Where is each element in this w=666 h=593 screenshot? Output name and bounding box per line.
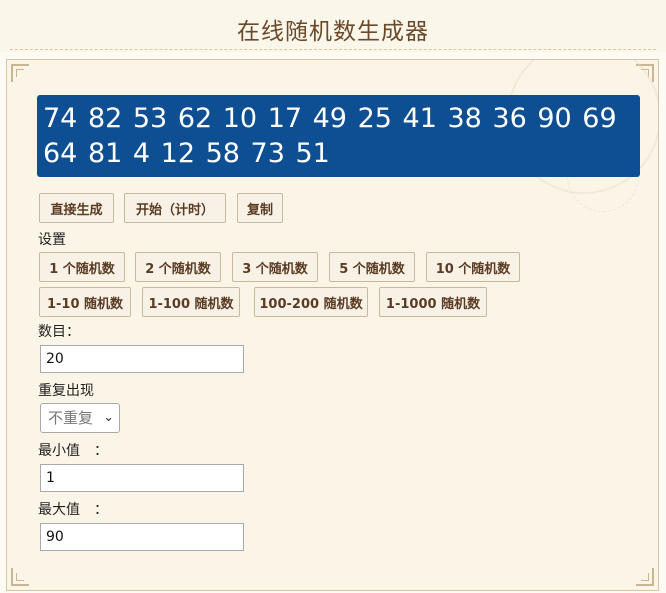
repeat-label: 重复出现 bbox=[38, 383, 94, 399]
start-timed-button[interactable]: 开始（计时） bbox=[124, 193, 226, 223]
preset-range-1-10-button[interactable]: 1-10 随机数 bbox=[39, 287, 131, 317]
count-input[interactable]: 20 bbox=[40, 345, 244, 373]
settings-heading: 设置 bbox=[38, 232, 66, 248]
min-label: 最小值 ： bbox=[38, 443, 108, 459]
preset-5-button[interactable]: 5 个随机数 bbox=[329, 252, 415, 282]
preset-1-button[interactable]: 1 个随机数 bbox=[39, 252, 125, 282]
max-label: 最大值 ： bbox=[38, 502, 108, 518]
copy-button[interactable]: 复制 bbox=[237, 193, 283, 223]
repeat-select-value: 不重复 bbox=[48, 409, 94, 427]
max-input[interactable]: 90 bbox=[40, 523, 244, 551]
generate-button[interactable]: 直接生成 bbox=[39, 193, 114, 223]
repeat-select[interactable]: 不重复 ⌄ bbox=[40, 403, 120, 433]
min-input[interactable]: 1 bbox=[40, 464, 244, 492]
preset-10-button[interactable]: 10 个随机数 bbox=[426, 252, 520, 282]
corner-ornament-icon bbox=[11, 64, 33, 86]
preset-2-button[interactable]: 2 个随机数 bbox=[135, 252, 221, 282]
preset-range-100-200-button[interactable]: 100-200 随机数 bbox=[254, 287, 368, 317]
page-title: 在线随机数生成器 bbox=[237, 19, 429, 45]
preset-3-button[interactable]: 3 个随机数 bbox=[232, 252, 318, 282]
corner-ornament-icon bbox=[11, 564, 33, 586]
preset-range-1-1000-button[interactable]: 1-1000 随机数 bbox=[379, 287, 487, 317]
count-label: 数目： bbox=[38, 324, 80, 340]
preset-range-1-100-button[interactable]: 1-100 随机数 bbox=[142, 287, 240, 317]
chevron-down-icon: ⌄ bbox=[103, 410, 114, 425]
result-display: 74 82 53 62 10 17 49 25 41 38 36 90 69 6… bbox=[37, 95, 640, 177]
title-divider bbox=[10, 49, 656, 50]
generator-panel: 74 82 53 62 10 17 49 25 41 38 36 90 69 6… bbox=[6, 59, 659, 591]
corner-ornament-icon bbox=[632, 564, 654, 586]
